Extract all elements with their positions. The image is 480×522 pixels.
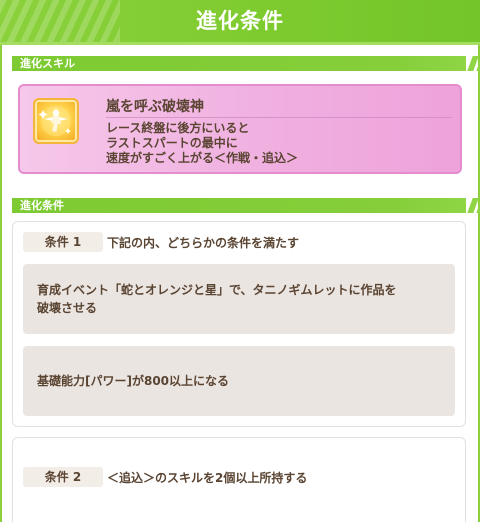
condition-option-line: 破壊させる xyxy=(37,301,98,315)
condition-option-text: 基礎能力[パワー]が800以上になる xyxy=(37,372,229,390)
condition-option: 基礎能力[パワー]が800以上になる xyxy=(23,346,455,416)
skill-description-line: ラストスパートの最中に xyxy=(106,136,238,150)
condition-card-1: 条件 1 下記の内、どちらかの条件を満たす 育成イベント「蛇とオレンジと星」で、… xyxy=(12,221,466,427)
section-header-skill: 進化スキル xyxy=(12,56,480,71)
condition-option-line: 基礎能力[パワー]が800以上になる xyxy=(37,374,230,388)
skill-name: 嵐を呼ぶ破壊神 xyxy=(106,99,204,115)
skill-divider xyxy=(106,117,452,118)
skill-description: レース終盤に後方にいると ラストスパートの最中に 速度がすごく上がる＜作戦・追込… xyxy=(106,121,456,166)
condition-tag: 条件 2 xyxy=(23,467,103,487)
evolved-skill-card[interactable]: 嵐を呼ぶ破壊神 レース終盤に後方にいると ラストスパートの最中に 速度がすごく上… xyxy=(18,84,462,174)
runner-sparkle-icon xyxy=(33,98,79,144)
condition-text: ＜追込＞のスキルを2個以上所持する xyxy=(107,471,308,485)
section-label: 進化スキル xyxy=(20,57,75,70)
condition-option-line: 育成イベント「蛇とオレンジと星」で、タニノギムレットに作品を xyxy=(37,283,397,297)
condition-option-text: 育成イベント「蛇とオレンジと星」で、タニノギムレットに作品を 破壊させる xyxy=(37,281,397,317)
header-divider xyxy=(0,42,480,45)
skill-description-line: 速度がすごく上がる＜作戦・追込＞ xyxy=(106,151,299,165)
skill-description-line: レース終盤に後方にいると xyxy=(106,121,250,135)
condition-text: 下記の内、どちらかの条件を満たす xyxy=(107,236,300,250)
section-header-conditions: 進化条件 xyxy=(12,198,480,213)
section-label: 進化条件 xyxy=(20,199,64,212)
dialog-header: 進化条件 xyxy=(0,0,480,42)
condition-option: 育成イベント「蛇とオレンジと星」で、タニノギムレットに作品を 破壊させる xyxy=(23,264,455,334)
condition-card-2: 条件 2 ＜追込＞のスキルを2個以上所持する xyxy=(12,437,466,522)
dialog-title: 進化条件 xyxy=(196,9,284,33)
condition-tag: 条件 1 xyxy=(23,232,103,252)
